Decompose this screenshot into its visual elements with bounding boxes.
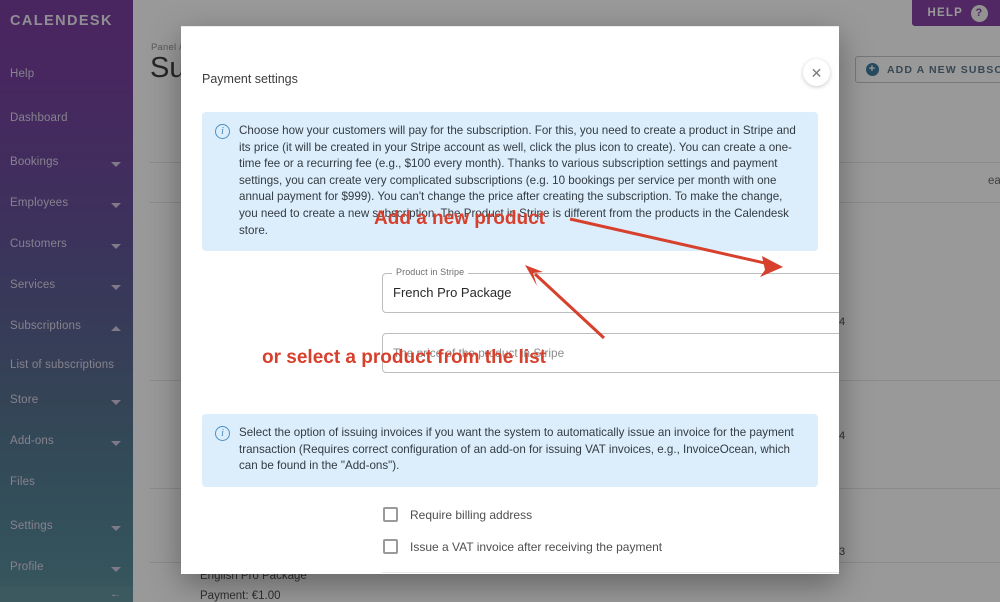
product-in-stripe-label: Product in Stripe bbox=[392, 267, 468, 277]
product-in-stripe-select[interactable]: Product in Stripe French Pro Package bbox=[382, 273, 839, 313]
annotation-select-from-list: or select a product from the list bbox=[262, 347, 546, 369]
divider bbox=[382, 572, 839, 573]
checkbox-icon bbox=[383, 539, 398, 554]
divider bbox=[181, 26, 839, 27]
screen: HELP ? Panel / Su + ADD A NEW SUBSCRIPTI… bbox=[0, 0, 1000, 602]
info-alert-payment: i Choose how your customers will pay for… bbox=[202, 112, 818, 251]
payment-settings-dialog: Payment settings ✕ i Choose how your cus… bbox=[181, 26, 839, 574]
dialog-title: Payment settings bbox=[202, 72, 298, 86]
checkbox-icon bbox=[383, 507, 398, 522]
product-in-stripe-value: French Pro Package bbox=[393, 285, 512, 300]
checkbox-label: Require billing address bbox=[410, 508, 532, 522]
issue-vat-invoice-checkbox[interactable]: Issue a VAT invoice after receiving the … bbox=[383, 539, 662, 554]
info-icon: i bbox=[215, 124, 230, 139]
info-icon: i bbox=[215, 426, 230, 441]
info-alert-invoices: i Select the option of issuing invoices … bbox=[202, 414, 818, 487]
checkbox-label: Issue a VAT invoice after receiving the … bbox=[410, 540, 662, 554]
close-icon[interactable]: ✕ bbox=[803, 59, 830, 86]
info-alert-text: Select the option of issuing invoices if… bbox=[239, 425, 804, 475]
annotation-add-new-product: Add a new product bbox=[374, 208, 545, 230]
require-billing-address-checkbox[interactable]: Require billing address bbox=[383, 507, 532, 522]
